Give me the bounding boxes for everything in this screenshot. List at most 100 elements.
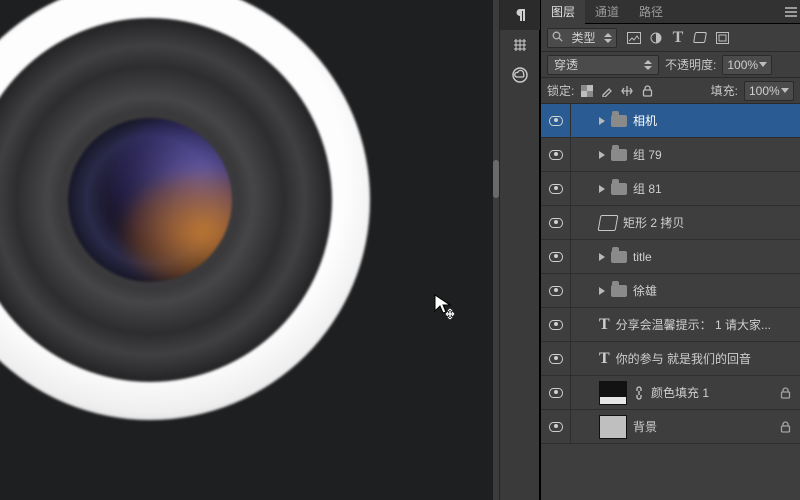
filter-kind-select[interactable]: 类型 (547, 28, 617, 48)
folder-icon (611, 285, 627, 297)
layer-row[interactable]: 矩形 2 拷贝 (541, 206, 800, 240)
disclosure-icon[interactable] (599, 185, 605, 193)
eye-icon (549, 218, 563, 228)
layer-list: 相机组 79 组 81 矩形 2 拷贝 title 徐雄 T 分享会温馨提示： 1 请大家.… (541, 104, 800, 444)
filter-adjust-icon[interactable] (649, 31, 663, 45)
filter-shape-icon[interactable] (693, 31, 707, 45)
layer-filter-row: 类型 T (541, 24, 800, 52)
disclosure-icon[interactable] (599, 151, 605, 159)
eye-icon (549, 116, 563, 126)
layer-name[interactable]: 组 79 (633, 146, 662, 163)
eye-icon (549, 388, 563, 398)
artwork-lens (0, 0, 370, 420)
lens-ring (0, 18, 332, 382)
filter-text-icon[interactable]: T (671, 31, 685, 45)
filter-type-icons: T (627, 31, 729, 45)
layer-row[interactable]: title (541, 240, 800, 274)
disclosure-icon[interactable] (599, 117, 605, 125)
blend-mode-value: 穿透 (554, 56, 578, 73)
lock-all-icon[interactable] (640, 84, 654, 98)
visibility-toggle[interactable] (541, 240, 571, 274)
layer-row[interactable]: 背景 (541, 410, 800, 444)
eye-icon (549, 286, 563, 296)
fill-label: 填充: (711, 82, 738, 99)
layer-row[interactable]: T 分享会温馨提示： 1 请大家... (541, 308, 800, 342)
layer-name[interactable]: 分享会温馨提示： 1 请大家... (616, 316, 771, 333)
layer-name[interactable]: 颜色填充 1 (651, 384, 709, 401)
visibility-toggle[interactable] (541, 104, 571, 138)
lock-pixels-icon[interactable] (600, 84, 614, 98)
layer-name[interactable]: 背景 (633, 418, 657, 435)
stepper-icon (604, 33, 612, 43)
folder-icon (611, 115, 627, 127)
layers-panel: 图层 通道 路径 类型 T 穿透 不透明度: 100% (540, 0, 800, 500)
eye-icon (549, 252, 563, 262)
tab-layers[interactable]: 图层 (541, 0, 585, 24)
visibility-toggle[interactable] (541, 172, 571, 206)
canvas-scrollbar[interactable] (493, 0, 499, 500)
lock-icon (780, 387, 794, 399)
folder-icon (611, 183, 627, 195)
lock-position-icon[interactable] (620, 84, 634, 98)
eye-icon (549, 422, 563, 432)
layer-name[interactable]: 徐雄 (633, 282, 657, 299)
eye-icon (549, 320, 563, 330)
disclosure-icon[interactable] (599, 287, 605, 295)
chevron-down-icon (759, 62, 767, 67)
eye-icon (549, 354, 563, 364)
layer-name[interactable]: 矩形 2 拷贝 (623, 214, 684, 231)
visibility-toggle[interactable] (541, 138, 571, 172)
opacity-value: 100% (727, 58, 758, 72)
stepper-icon (644, 60, 652, 70)
layer-thumbnail (599, 415, 627, 439)
layer-row[interactable]: 组 81 (541, 172, 800, 206)
collapsed-panel-strip (500, 0, 540, 500)
blend-mode-row: 穿透 不透明度: 100% (541, 52, 800, 78)
layer-row[interactable]: 相机 (541, 104, 800, 138)
visibility-toggle[interactable] (541, 342, 571, 376)
folder-icon (611, 251, 627, 263)
tab-paths[interactable]: 路径 (629, 0, 673, 24)
panel-menu-icon[interactable] (782, 7, 800, 17)
opacity-label: 不透明度: (665, 56, 716, 73)
visibility-toggle[interactable] (541, 206, 571, 240)
layer-name[interactable]: 你的参与 就是我们的回音 (616, 350, 751, 367)
mask-link-icon[interactable] (633, 385, 645, 401)
lock-transparency-icon[interactable] (580, 84, 594, 98)
layer-name[interactable]: 相机 (633, 112, 657, 129)
layer-row[interactable]: T 你的参与 就是我们的回音 (541, 342, 800, 376)
lock-icon (780, 421, 794, 433)
layer-name[interactable]: 组 81 (633, 180, 662, 197)
layer-row[interactable]: 颜色填充 1 (541, 376, 800, 410)
layer-row[interactable]: 组 79 (541, 138, 800, 172)
panel-tabs: 图层 通道 路径 (541, 0, 800, 24)
blend-mode-select[interactable]: 穿透 (547, 55, 659, 75)
lens-glass (68, 118, 232, 282)
layer-row[interactable]: 徐雄 (541, 274, 800, 308)
visibility-toggle[interactable] (541, 274, 571, 308)
align-panel-icon[interactable] (500, 30, 540, 60)
scrollbar-thumb[interactable] (493, 160, 499, 198)
paragraph-panel-icon[interactable] (500, 0, 540, 30)
layer-name[interactable]: title (633, 250, 652, 264)
search-icon (552, 31, 563, 45)
disclosure-icon[interactable] (599, 253, 605, 261)
lock-label: 锁定: (547, 82, 574, 99)
creative-cloud-icon[interactable] (500, 60, 540, 90)
text-layer-icon: T (599, 316, 610, 334)
tab-channels[interactable]: 通道 (585, 0, 629, 24)
filter-kind-label: 类型 (571, 29, 595, 46)
canvas-area[interactable] (0, 0, 497, 500)
visibility-toggle[interactable] (541, 410, 571, 444)
layer-thumbnail (599, 381, 627, 405)
visibility-toggle[interactable] (541, 308, 571, 342)
text-layer-icon: T (599, 350, 610, 368)
chevron-down-icon (781, 88, 789, 93)
fill-input[interactable]: 100% (744, 81, 794, 101)
visibility-toggle[interactable] (541, 376, 571, 410)
filter-smart-icon[interactable] (715, 31, 729, 45)
folder-icon (611, 149, 627, 161)
opacity-input[interactable]: 100% (722, 55, 772, 75)
eye-icon (549, 150, 563, 160)
filter-pixel-icon[interactable] (627, 31, 641, 45)
